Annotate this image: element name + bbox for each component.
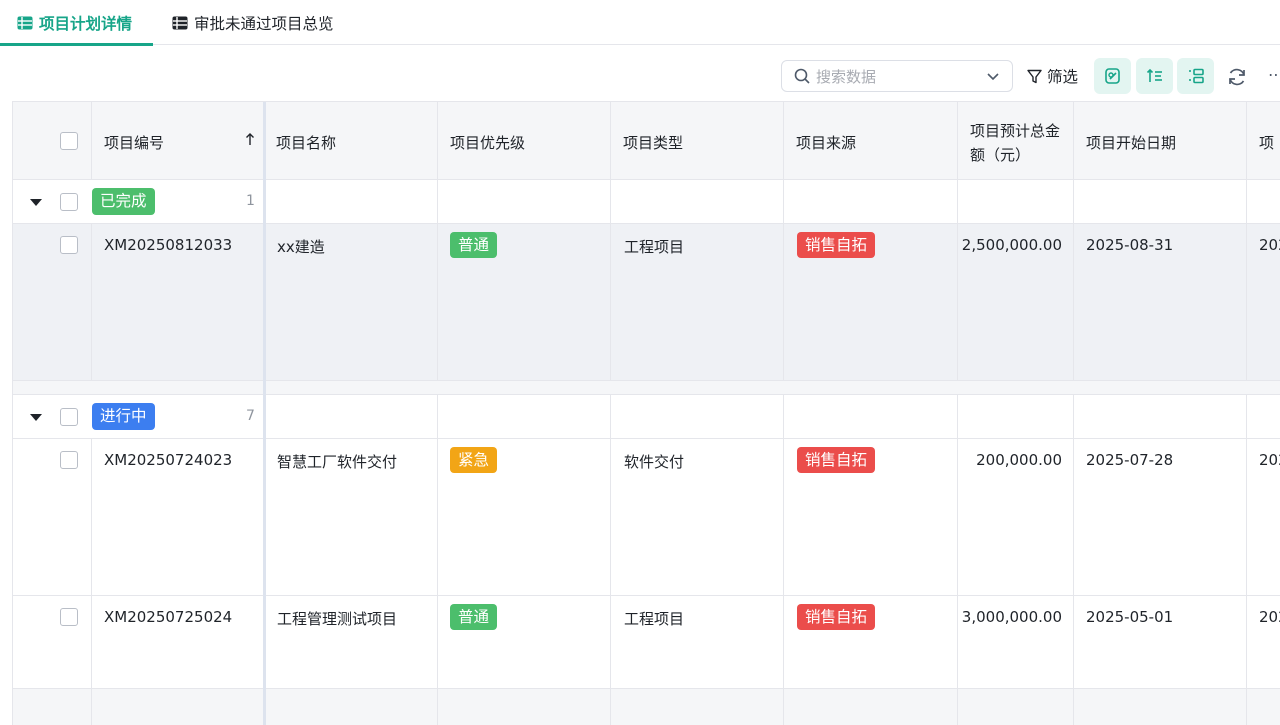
chevron-down-icon[interactable] bbox=[986, 70, 1000, 84]
source-tag: 销售自拓 bbox=[797, 604, 876, 630]
row-checkbox[interactable] bbox=[60, 608, 78, 626]
priority-tag: 普通 bbox=[450, 232, 498, 258]
edit-note-button[interactable] bbox=[1094, 58, 1131, 94]
collapse-caret-icon[interactable] bbox=[30, 199, 42, 206]
group-count: 7 bbox=[246, 408, 255, 424]
table-row[interactable]: XM20250725024 工程管理测试项目 普通 工程项目 销售自拓 3,00… bbox=[13, 596, 1280, 689]
select-all-checkbox[interactable] bbox=[60, 132, 78, 150]
frozen-column-divider[interactable] bbox=[263, 102, 266, 725]
header-estimated-amount[interactable]: 项目预计总金额（元） bbox=[958, 102, 1074, 179]
sort-ascending-icon[interactable] bbox=[245, 132, 255, 146]
table-icon bbox=[17, 16, 33, 29]
project-type: 软件交付 bbox=[624, 453, 685, 471]
start-date: 2025-08-31 bbox=[1086, 236, 1174, 254]
source-tag: 销售自拓 bbox=[797, 232, 876, 258]
filter-icon bbox=[1027, 69, 1042, 83]
header-project-type[interactable]: 项目类型 bbox=[611, 102, 784, 179]
project-name: 工程管理测试项目 bbox=[277, 610, 398, 628]
table-icon bbox=[172, 16, 188, 29]
group-list-icon bbox=[1188, 68, 1204, 84]
tab-rejected-projects-overview[interactable]: 审批未通过项目总览 bbox=[172, 0, 362, 45]
status-badge: 进行中 bbox=[92, 403, 155, 430]
header-next-column[interactable]: 项 bbox=[1247, 102, 1280, 179]
table-header: 项目编号 项目名称 项目优先级 项目类型 项目来源 项目预计总金额（元） 项目开… bbox=[13, 102, 1280, 180]
project-name: xx建造 bbox=[277, 238, 325, 256]
view-tabs: 项目计划详情 审批未通过项目总览 bbox=[0, 0, 1280, 46]
group-checkbox[interactable] bbox=[60, 193, 78, 211]
next-column-value: 202 bbox=[1259, 236, 1280, 254]
header-project-source[interactable]: 项目来源 bbox=[784, 102, 958, 179]
search-input[interactable]: 搜索数据 bbox=[781, 60, 1013, 92]
tab-project-plan-details[interactable]: 项目计划详情 bbox=[0, 0, 153, 46]
project-type: 工程项目 bbox=[624, 238, 685, 256]
refresh-icon[interactable] bbox=[1226, 66, 1248, 88]
search-icon bbox=[794, 68, 810, 84]
table-row[interactable] bbox=[13, 689, 1280, 725]
header-project-priority[interactable]: 项目优先级 bbox=[438, 102, 611, 179]
collapse-caret-icon[interactable] bbox=[30, 414, 42, 421]
filter-button[interactable]: 筛选 bbox=[1027, 60, 1078, 92]
start-date: 2025-05-01 bbox=[1086, 608, 1174, 626]
group-count: 1 bbox=[246, 193, 255, 209]
edit-note-icon bbox=[1104, 68, 1120, 84]
tab-label: 审批未通过项目总览 bbox=[194, 14, 334, 33]
status-badge: 已完成 bbox=[92, 188, 155, 215]
priority-tag: 紧急 bbox=[450, 447, 498, 473]
group-row-in-progress[interactable]: 进行中 7 bbox=[13, 395, 1280, 439]
project-type: 工程项目 bbox=[624, 610, 685, 628]
project-code: XM20250724023 bbox=[104, 451, 233, 469]
group-row-completed[interactable]: 已完成 1 bbox=[13, 180, 1280, 224]
search-placeholder: 搜索数据 bbox=[816, 67, 877, 86]
row-checkbox[interactable] bbox=[60, 451, 78, 469]
sort-lines-icon bbox=[1146, 68, 1162, 82]
filter-label: 筛选 bbox=[1047, 68, 1079, 86]
project-code: XM20250725024 bbox=[104, 608, 233, 626]
start-date: 2025-07-28 bbox=[1086, 451, 1174, 469]
project-code: XM20250812033 bbox=[104, 236, 233, 254]
group-spacer bbox=[13, 381, 1280, 395]
next-column-value: 202 bbox=[1259, 451, 1280, 469]
project-name: 智慧工厂软件交付 bbox=[277, 453, 398, 471]
estimated-amount: 3,000,000.00 bbox=[961, 608, 1062, 626]
table-row[interactable]: XM20250724023 智慧工厂软件交付 紧急 软件交付 销售自拓 200,… bbox=[13, 439, 1280, 596]
next-column-value: 202 bbox=[1259, 608, 1280, 626]
sort-button[interactable] bbox=[1136, 58, 1173, 94]
header-start-date[interactable]: 项目开始日期 bbox=[1074, 102, 1247, 179]
header-project-code[interactable]: 项目编号 bbox=[92, 102, 264, 179]
more-icon[interactable]: ⋯ bbox=[1268, 66, 1280, 88]
group-checkbox[interactable] bbox=[60, 408, 78, 426]
project-table: 项目编号 项目名称 项目优先级 项目类型 项目来源 项目预计总金额（元） 项目开… bbox=[12, 101, 1280, 725]
row-checkbox[interactable] bbox=[60, 236, 78, 254]
priority-tag: 普通 bbox=[450, 604, 498, 630]
source-tag: 销售自拓 bbox=[797, 447, 876, 473]
group-button[interactable] bbox=[1177, 58, 1214, 94]
table-row[interactable]: XM20250812033 xx建造 普通 工程项目 销售自拓 2,500,00… bbox=[13, 224, 1280, 381]
header-project-name[interactable]: 项目名称 bbox=[264, 102, 438, 179]
estimated-amount: 2,500,000.00 bbox=[961, 236, 1062, 254]
estimated-amount: 200,000.00 bbox=[976, 451, 1062, 469]
tab-label: 项目计划详情 bbox=[39, 14, 133, 33]
